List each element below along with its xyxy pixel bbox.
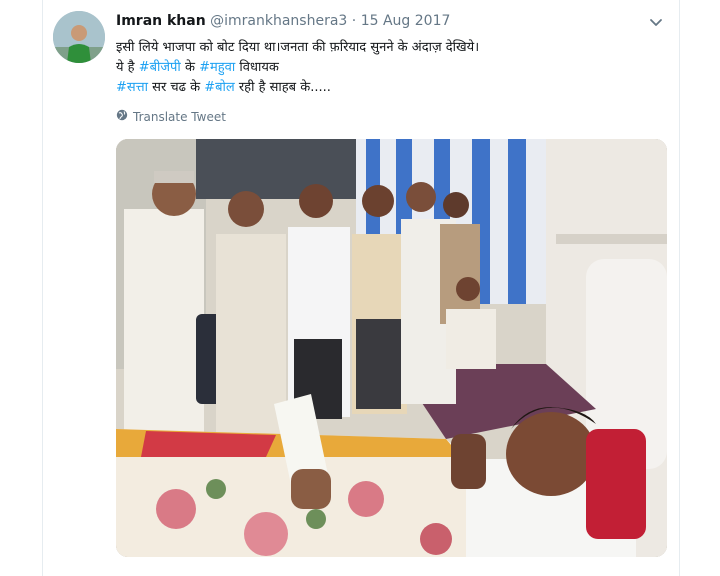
avatar[interactable] bbox=[53, 11, 105, 63]
text-fragment: ये है bbox=[116, 60, 139, 75]
text-fragment: के bbox=[180, 60, 200, 75]
text-fragment: विधायक bbox=[235, 60, 279, 75]
separator: · bbox=[351, 13, 357, 29]
chevron-down-icon[interactable] bbox=[649, 14, 663, 28]
tweet-text: इसी लिये भाजपा को बोट दिया था।जनता की फ़… bbox=[116, 38, 636, 98]
translate-label: Translate Tweet bbox=[133, 109, 226, 124]
author-name[interactable]: Imran khan bbox=[116, 13, 206, 29]
translate-tweet-link[interactable]: Translate Tweet bbox=[116, 109, 226, 124]
tweet-header: Imran khan @imrankhanshera3 · 15 Aug 201… bbox=[116, 13, 450, 29]
hashtag-mahuva[interactable]: #महुवा bbox=[199, 60, 235, 75]
tweet-text-line-2: ये है #बीजेपी के #महुवा विधायक bbox=[116, 58, 636, 78]
tweet-text-line-1: इसी लिये भाजपा को बोट दिया था।जनता की फ़… bbox=[116, 40, 480, 55]
hashtag-bol[interactable]: #बोल bbox=[204, 80, 235, 95]
tweet-photo[interactable] bbox=[116, 139, 667, 557]
tweet-text-line-3: #सत्ता सर चढ के #बोल रही है साहब के..... bbox=[116, 78, 636, 98]
hashtag-bjp[interactable]: #बीजेपी bbox=[139, 60, 181, 75]
text-fragment: सर चढ के bbox=[148, 80, 205, 95]
tweet-date[interactable]: 15 Aug 2017 bbox=[361, 13, 451, 29]
author-handle[interactable]: @imrankhanshera3 bbox=[210, 13, 347, 29]
hashtag-satta[interactable]: #सत्ता bbox=[116, 80, 148, 95]
globe-icon bbox=[116, 109, 128, 124]
text-fragment: रही है साहब के..... bbox=[234, 80, 331, 95]
